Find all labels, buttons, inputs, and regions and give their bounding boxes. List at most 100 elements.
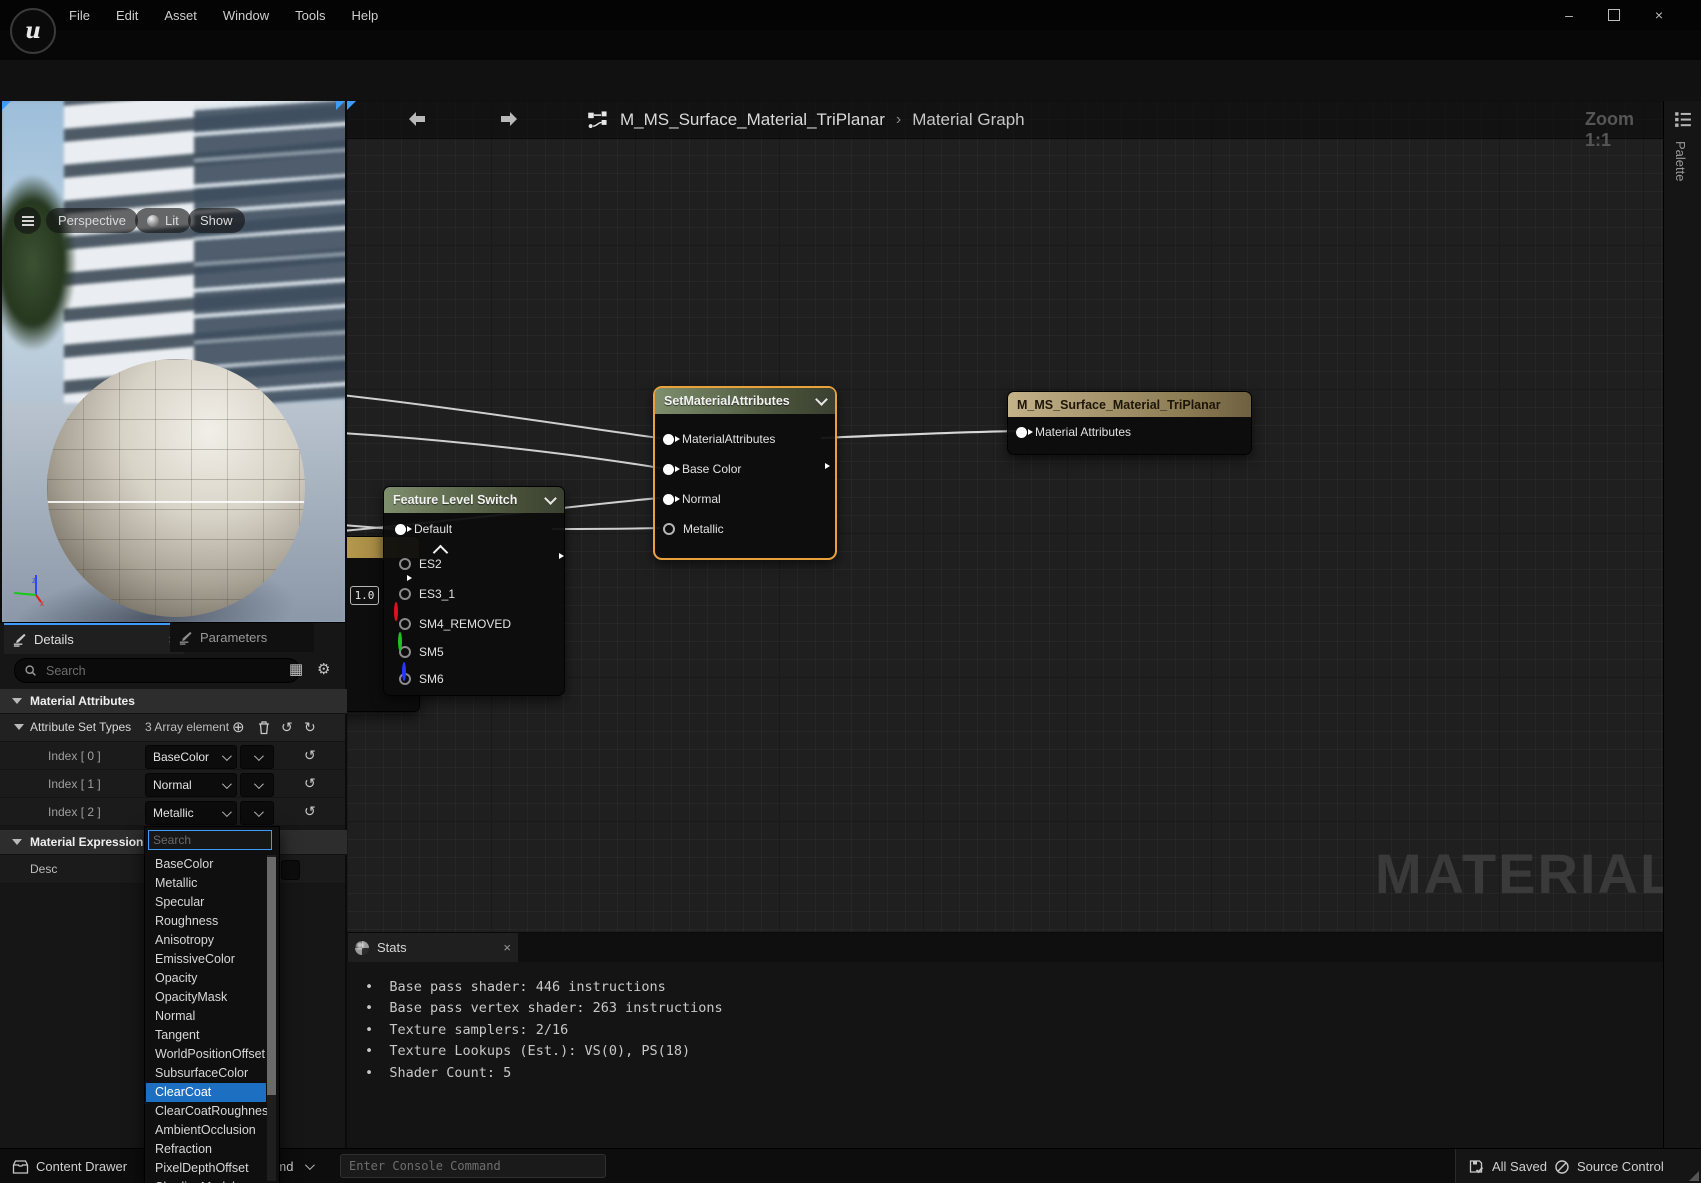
dropdown-item[interactable]: SubsurfaceColor <box>146 1064 266 1083</box>
forward-arrow-button[interactable] <box>497 109 521 129</box>
dropdown-scrollbar-thumb[interactable] <box>267 857 276 1095</box>
dropdown-item[interactable]: Tangent <box>146 1026 266 1045</box>
trash-icon[interactable] <box>257 720 271 735</box>
preview-viewport[interactable]: Perspective Lit Show z x <box>2 101 345 622</box>
menu-window[interactable]: Window <box>210 0 282 30</box>
reset-icon[interactable]: ↺ <box>304 747 316 764</box>
pin-row-es3_1[interactable]: ES3_1 <box>399 587 455 601</box>
stats-tab[interactable]: Stats × <box>348 933 518 962</box>
preview-sphere[interactable] <box>47 359 305 617</box>
dropdown-item[interactable]: Refraction <box>146 1140 266 1159</box>
all-saved-button[interactable]: All Saved <box>1468 1149 1547 1183</box>
dropdown-item[interactable]: OpacityMask <box>146 988 266 1007</box>
dropdown-item[interactable]: Roughness <box>146 912 266 931</box>
node-set-material-attributes[interactable]: SetMaterialAttributes MaterialAttributes… <box>653 386 837 560</box>
value-input-box[interactable]: 1.0 <box>350 586 379 605</box>
attribute-set-types-row[interactable]: Attribute Set Types 3 Array element ⊕ ↺ … <box>0 714 345 742</box>
stats-tab-close-icon[interactable]: × <box>503 940 511 955</box>
pin-row-default[interactable]: Default <box>395 522 452 536</box>
node-material-output[interactable]: M_MS_Surface_Material_TriPlanar Material… <box>1007 391 1252 455</box>
tab-parameters[interactable]: Parameters <box>170 623 314 652</box>
viewport-menu-button[interactable] <box>14 207 41 234</box>
grid-view-icon[interactable]: ▦ <box>289 660 303 678</box>
menu-asset[interactable]: Asset <box>151 0 210 30</box>
pin-es3-input[interactable] <box>399 588 411 600</box>
pin-row-normal[interactable]: Normal <box>663 492 721 506</box>
breadcrumb-current[interactable]: Material Graph <box>912 110 1024 130</box>
show-button[interactable]: Show <box>188 208 245 233</box>
palette-icon[interactable] <box>1674 110 1692 128</box>
index-2-value-dropdown[interactable]: Metallic <box>145 801 237 825</box>
menu-tools[interactable]: Tools <box>282 0 338 30</box>
pin-default-input[interactable] <box>395 523 412 535</box>
node-setma-header[interactable]: SetMaterialAttributes <box>655 388 835 414</box>
dropdown-item[interactable]: ClearCoatRoughness <box>146 1102 275 1121</box>
add-element-icon[interactable]: ⊕ <box>232 718 245 736</box>
pin-b-output[interactable] <box>402 662 406 681</box>
pin-normal-input[interactable] <box>663 493 680 505</box>
dropdown-item[interactable]: AmbientOcclusion <box>146 1121 266 1140</box>
resize-grip[interactable] <box>1689 1171 1699 1181</box>
pin-row-materialattributes[interactable]: MaterialAttributes <box>663 432 775 446</box>
details-search-input[interactable] <box>44 662 248 679</box>
index-2-options-dropdown[interactable] <box>240 801 274 825</box>
console-command-input[interactable] <box>340 1154 606 1178</box>
lit-button[interactable]: Lit <box>135 208 191 233</box>
node-fls-header[interactable]: Feature Level Switch <box>384 487 564 513</box>
menu-edit[interactable]: Edit <box>103 0 151 30</box>
palette-tab[interactable]: Palette <box>1673 141 1688 181</box>
material-attributes-header[interactable]: Material Attributes <box>0 689 357 714</box>
pin-row-basecolor[interactable]: Base Color <box>663 462 741 476</box>
undo-icon[interactable]: ↺ <box>281 719 293 736</box>
desc-field-end[interactable] <box>281 860 300 880</box>
dropdown-item[interactable]: EmissiveColor <box>146 950 266 969</box>
pin-es2-input[interactable] <box>399 558 411 570</box>
pin-row-sm5[interactable]: SM5 <box>399 645 444 659</box>
dropdown-item[interactable]: PixelDepthOffset <box>146 1159 266 1178</box>
node-feature-level-switch[interactable]: Feature Level Switch Default ES2 ES3_1 S… <box>383 486 565 696</box>
back-arrow-button[interactable] <box>405 109 429 129</box>
pin-g-output[interactable] <box>398 632 402 651</box>
tab-details[interactable]: Details × <box>4 623 184 654</box>
dropdown-item[interactable]: BaseColor <box>146 855 266 874</box>
material-graph-canvas[interactable]: M_MS_Surface_Material_TriPlanar › Materi… <box>347 101 1663 1148</box>
details-search-box[interactable] <box>14 658 300 683</box>
pin-metallic-input[interactable] <box>663 523 675 535</box>
menu-file[interactable]: File <box>56 0 103 30</box>
breadcrumb-root[interactable]: M_MS_Surface_Material_TriPlanar <box>620 110 885 130</box>
pin-material-attributes-input[interactable] <box>1016 426 1033 438</box>
content-drawer-button[interactable]: Content Drawer <box>12 1149 127 1183</box>
dropdown-scrollbar[interactable] <box>267 855 276 1181</box>
dropdown-item[interactable]: Opacity <box>146 969 266 988</box>
minimize-button[interactable]: – <box>1552 0 1586 30</box>
pin-r-output[interactable] <box>394 602 398 621</box>
dropdown-item[interactable]: Specular <box>146 893 266 912</box>
pin-row-es2[interactable]: ES2 <box>399 557 442 571</box>
index-1-options-dropdown[interactable] <box>240 773 274 797</box>
maximize-button[interactable] <box>1597 0 1631 30</box>
reset-icon[interactable]: ↺ <box>304 803 316 820</box>
dropdown-item-selected[interactable]: ClearCoat <box>146 1083 266 1102</box>
reset-icon[interactable]: ↺ <box>304 775 316 792</box>
index-0-value-dropdown[interactable]: BaseColor <box>145 745 237 769</box>
index-0-options-dropdown[interactable] <box>240 745 274 769</box>
pin-row-material-attributes[interactable]: Material Attributes <box>1016 425 1131 439</box>
unreal-logo[interactable]: u <box>10 8 56 54</box>
dropdown-search-input[interactable] <box>148 830 272 850</box>
pin-basecolor-input[interactable] <box>663 463 680 475</box>
node-output-header[interactable]: M_MS_Surface_Material_TriPlanar <box>1008 392 1251 417</box>
perspective-button[interactable]: Perspective <box>46 208 138 233</box>
dropdown-item[interactable]: Anisotropy <box>146 931 266 950</box>
close-window-button[interactable]: × <box>1642 0 1676 30</box>
dropdown-item[interactable]: Normal <box>146 1007 266 1026</box>
pin-row-metallic[interactable]: Metallic <box>663 522 724 536</box>
redo-icon[interactable]: ↻ <box>304 719 316 736</box>
pin-materialattributes-input[interactable] <box>663 433 680 445</box>
index-1-value-dropdown[interactable]: Normal <box>145 773 237 797</box>
pin-sm4-input[interactable] <box>399 618 411 630</box>
dropdown-item[interactable]: Metallic <box>146 874 266 893</box>
dropdown-item[interactable]: ShadingModel <box>146 1178 266 1183</box>
pin-row-sm4[interactable]: SM4_REMOVED <box>399 617 511 631</box>
gear-icon[interactable]: ⚙ <box>317 660 330 678</box>
menu-help[interactable]: Help <box>338 0 391 30</box>
